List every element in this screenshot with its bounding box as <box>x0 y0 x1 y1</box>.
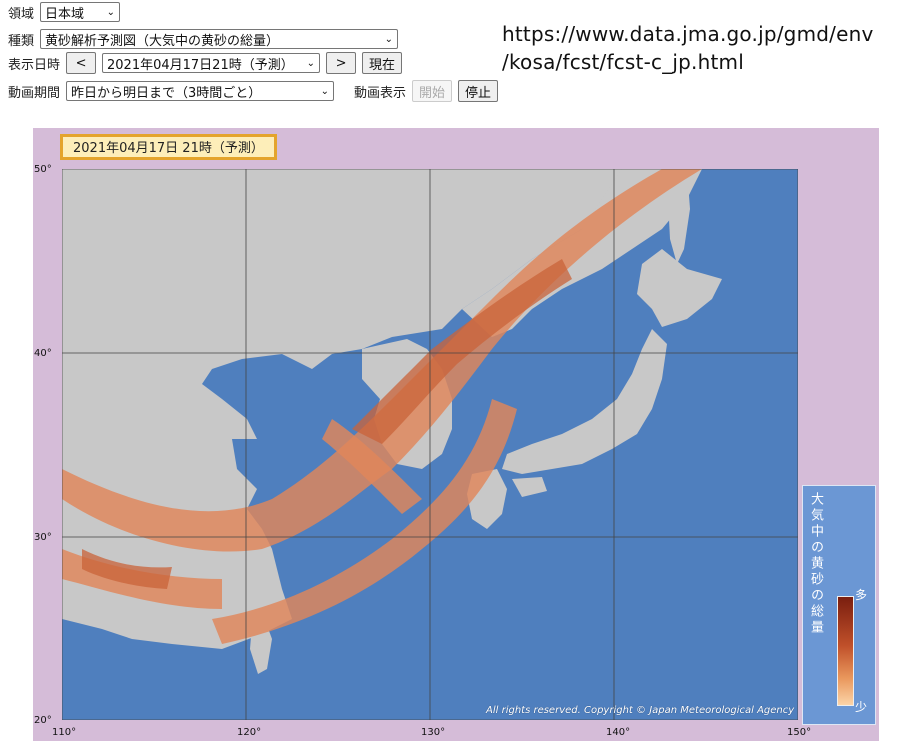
animation-row: 動画期間 昨日から明日まで（3時間ごと） ⌄ 動画表示 開始 停止 <box>8 80 499 102</box>
animation-period-value: 昨日から明日まで（3時間ごと） <box>71 85 262 101</box>
lon-label-150: 150° <box>787 727 812 738</box>
lon-label-110: 110° <box>52 727 77 738</box>
region-select-value: 日本域 <box>45 6 85 22</box>
lon-label-140: 140° <box>606 727 631 738</box>
animation-period-select[interactable]: 昨日から明日まで（3時間ごと） ⌄ <box>66 81 335 101</box>
copyright-notice: All rights reserved. Copyright © Japan M… <box>486 705 795 716</box>
lat-label-40: 40° <box>34 348 52 359</box>
type-select-value: 黄砂解析予測図（大気中の黄砂の総量） <box>45 33 280 49</box>
legend-color-bar <box>837 596 854 706</box>
region-select[interactable]: 日本域 ⌄ <box>40 2 121 22</box>
color-legend: 大気中の黄砂の総量 多 少 <box>802 485 876 725</box>
map-title: 2021年04月17日 21時（予測） <box>60 134 277 160</box>
animation-label: 動画期間 <box>8 85 61 101</box>
legend-low-label: 少 <box>855 700 868 714</box>
prev-button[interactable]: < <box>66 52 97 74</box>
chevron-down-icon: ⌄ <box>320 85 330 97</box>
animation-display-label: 動画表示 <box>354 85 407 101</box>
stop-button[interactable]: 停止 <box>458 80 499 102</box>
type-row: 種類 黄砂解析予測図（大気中の黄砂の総量） ⌄ <box>8 29 399 49</box>
lon-label-120: 120° <box>237 727 262 738</box>
datetime-select-value: 2021年04月17日21時（予測） <box>107 57 294 73</box>
lat-label-50: 50° <box>34 164 52 175</box>
lat-label-30: 30° <box>34 532 52 543</box>
chevron-down-icon: ⌄ <box>306 57 316 69</box>
region-row: 領域 日本域 ⌄ <box>8 2 121 22</box>
type-select[interactable]: 黄砂解析予測図（大気中の黄砂の総量） ⌄ <box>40 29 399 49</box>
now-button[interactable]: 現在 <box>362 52 403 74</box>
lon-label-130: 130° <box>421 727 446 738</box>
legend-high-label: 多 <box>855 588 868 602</box>
next-button[interactable]: > <box>326 52 357 74</box>
chevron-down-icon: ⌄ <box>106 6 116 18</box>
chevron-down-icon: ⌄ <box>384 33 394 45</box>
region-label: 領域 <box>8 6 35 22</box>
dust-forecast-map[interactable] <box>62 169 798 720</box>
type-label: 種類 <box>8 33 35 49</box>
datetime-label: 表示日時 <box>8 57 61 73</box>
url-line-1: https://www.data.jma.go.jp/gmd/env <box>502 22 874 46</box>
lat-label-20: 20° <box>34 715 52 726</box>
datetime-row: 表示日時 < 2021年04月17日21時（予測） ⌄ > 現在 <box>8 52 403 74</box>
legend-title: 大気中の黄砂の総量 <box>808 492 823 636</box>
url-line-2: /kosa/fcst/fcst-c_jp.html <box>502 50 744 74</box>
start-button[interactable]: 開始 <box>412 80 453 102</box>
datetime-select[interactable]: 2021年04月17日21時（予測） ⌄ <box>102 53 321 73</box>
